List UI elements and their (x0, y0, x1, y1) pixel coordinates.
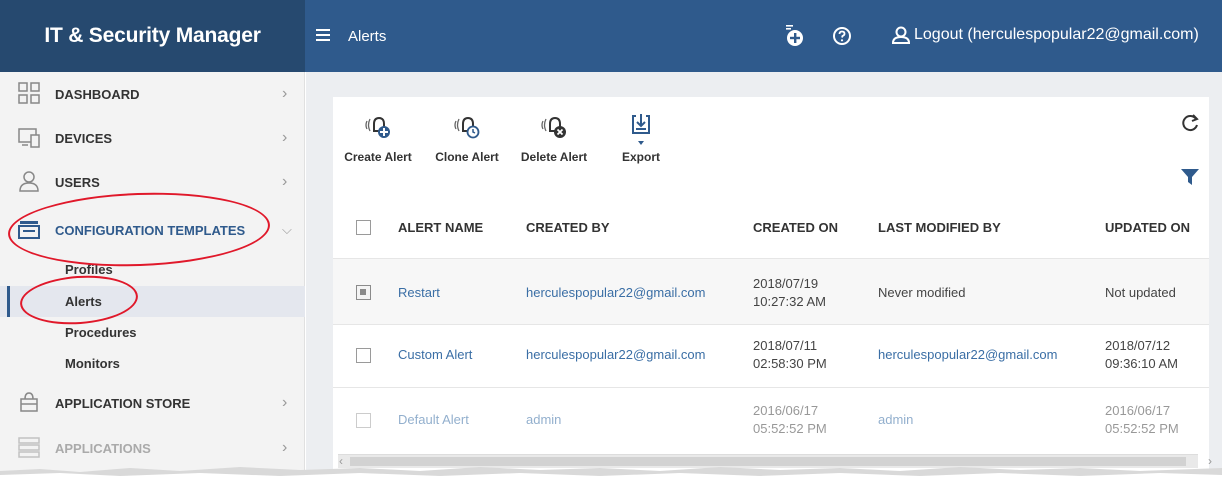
user-icon (19, 171, 39, 192)
alert-name-link[interactable]: Default Alert (398, 411, 469, 429)
last-modified-by-link[interactable]: admin (878, 411, 913, 429)
created-by-link[interactable]: herculespopular22@gmail.com (526, 284, 705, 302)
delete-alert-icon (541, 116, 566, 138)
created-on-time: 05:52:52 PM (753, 421, 827, 436)
row-checkbox[interactable] (356, 348, 371, 363)
sidebar-item-devices[interactable]: DEVICES › (0, 116, 305, 160)
add-icon[interactable] (782, 24, 806, 48)
logout-link[interactable]: Logout (herculespopular22@gmail.com) (914, 26, 1199, 44)
column-header-created-on[interactable]: CREATED ON (753, 220, 838, 235)
torn-edge (0, 467, 1222, 490)
top-bar: IT & Security Manager Alerts Logout (her… (0, 0, 1222, 72)
help-icon[interactable] (832, 26, 852, 46)
row-checkbox[interactable] (356, 285, 371, 300)
filter-icon[interactable] (1180, 167, 1200, 187)
clone-alert-button[interactable]: Clone Alert (432, 113, 502, 164)
sidebar-subitem-label: Procedures (65, 325, 137, 340)
updated-on-date: 2018/07/12 (1105, 338, 1171, 353)
created-by-link[interactable]: herculespopular22@gmail.com (526, 346, 705, 364)
updated-on-date: 2016/06/17 (1105, 403, 1171, 418)
row-divider (333, 387, 1209, 388)
export-label: Export (621, 150, 660, 164)
column-header-created-by[interactable]: CREATED BY (526, 220, 610, 235)
page-title: Alerts (348, 28, 387, 45)
sidebar-subitem-label: Monitors (65, 356, 120, 371)
created-on-date: 2018/07/11 (753, 338, 818, 353)
sidebar-item-label: USERS (55, 174, 100, 190)
select-all-checkbox[interactable] (356, 220, 371, 235)
created-on-date: 2018/07/19 (753, 276, 819, 291)
alert-name-link[interactable]: Restart (398, 284, 440, 302)
app-title: IT & Security Manager (0, 0, 305, 72)
updated-on-time: 09:36:10 AM (1105, 356, 1178, 371)
sidebar-item-applications[interactable]: APPLICATIONS › (0, 426, 305, 470)
created-on-time: 10:27:32 AM (753, 294, 826, 309)
row-divider (333, 324, 1209, 325)
applications-icon (18, 437, 40, 458)
create-alert-icon (365, 116, 390, 138)
updated-on: Not updated (1105, 285, 1176, 300)
column-header-last-modified-by[interactable]: LAST MODIFIED BY (878, 220, 1001, 235)
menu-icon[interactable] (316, 26, 334, 46)
export-icon (632, 114, 650, 145)
delete-alert-label: Delete Alert (520, 150, 588, 164)
chevron-right-icon: › (282, 439, 288, 456)
create-alert-label: Create Alert (344, 150, 412, 164)
delete-alert-button[interactable]: Delete Alert (517, 113, 591, 164)
chevron-right-icon: › (282, 394, 288, 411)
create-alert-button[interactable]: Create Alert (343, 113, 413, 164)
store-icon (20, 392, 38, 412)
clone-alert-icon (454, 116, 480, 139)
column-header-alert-name[interactable]: ALERT NAME (398, 220, 483, 235)
sidebar-item-dashboard[interactable]: DASHBOARD › (0, 72, 305, 116)
column-header-updated-on[interactable]: UPDATED ON (1105, 220, 1190, 235)
created-by-link[interactable]: admin (526, 411, 561, 429)
last-modified-by-link[interactable]: herculespopular22@gmail.com (878, 346, 1057, 364)
chevron-right-icon: › (282, 173, 288, 190)
created-on-time: 02:58:30 PM (753, 356, 827, 371)
updated-on-time: 05:52:52 PM (1105, 421, 1179, 436)
sidebar-item-label: DEVICES (55, 130, 113, 146)
chevron-down-icon: ⌵ (282, 222, 292, 237)
sidebar-item-label: APPLICATION STORE (55, 395, 191, 411)
row-checkbox[interactable] (356, 413, 371, 428)
clone-alert-label: Clone Alert (435, 150, 499, 164)
sidebar-item-application-store[interactable]: APPLICATION STORE › (0, 381, 305, 425)
alert-name-link[interactable]: Custom Alert (398, 346, 472, 364)
dashboard-icon (18, 82, 40, 104)
created-on-date: 2016/06/17 (753, 403, 819, 418)
chevron-right-icon: › (282, 129, 288, 146)
sidebar-item-label: DASHBOARD (55, 86, 140, 102)
sidebar-item-label: APPLICATIONS (55, 440, 151, 456)
refresh-icon[interactable] (1179, 112, 1201, 134)
user-icon (891, 26, 911, 44)
devices-icon (18, 128, 40, 148)
sidebar-subitem-monitors[interactable]: Monitors (0, 348, 305, 379)
last-modified-by: Never modified (878, 285, 966, 300)
export-button[interactable]: Export (618, 113, 664, 164)
chevron-right-icon: › (282, 85, 288, 102)
